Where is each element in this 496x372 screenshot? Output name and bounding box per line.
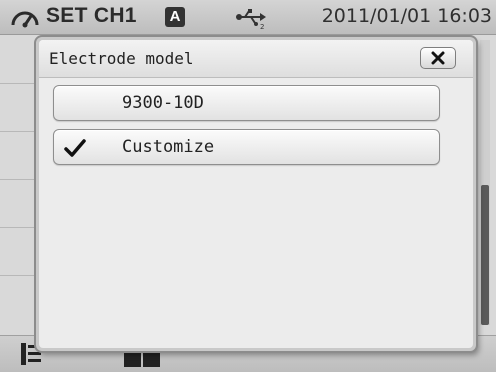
close-icon	[431, 51, 445, 65]
gauge-icon	[11, 11, 39, 28]
book-icon[interactable]	[124, 353, 160, 367]
dialog-header: Electrode model	[39, 40, 473, 78]
status-bar: SET CH1 A 2 2011/01/01 16:03	[0, 0, 496, 35]
dialog-body: Electrode model 9300-10D Customize	[39, 40, 473, 348]
divider	[0, 131, 40, 132]
option-label: Customize	[122, 137, 215, 157]
checkmark-icon	[64, 139, 86, 157]
svg-text:2: 2	[260, 23, 264, 30]
status-title: SET CH1	[46, 4, 137, 27]
divider	[0, 227, 40, 228]
divider	[0, 275, 40, 276]
dialog-title: Electrode model	[49, 49, 194, 68]
scrollbar-thumb[interactable]	[481, 185, 489, 325]
divider	[0, 83, 40, 84]
option-label: 9300-10D	[122, 93, 204, 113]
divider	[0, 179, 40, 180]
option-9300-10d[interactable]: 9300-10D	[53, 85, 440, 121]
mode-badge: A	[165, 7, 185, 27]
usb-icon: 2	[236, 9, 266, 30]
option-customize[interactable]: Customize	[53, 129, 440, 165]
status-datetime: 2011/01/01 16:03	[321, 5, 492, 27]
electrode-model-dialog: Electrode model 9300-10D Customize	[36, 37, 476, 351]
close-button[interactable]	[420, 47, 456, 69]
device-screen: SET CH1 A 2 2011/01/01 16:03 Electrode m…	[0, 0, 496, 372]
